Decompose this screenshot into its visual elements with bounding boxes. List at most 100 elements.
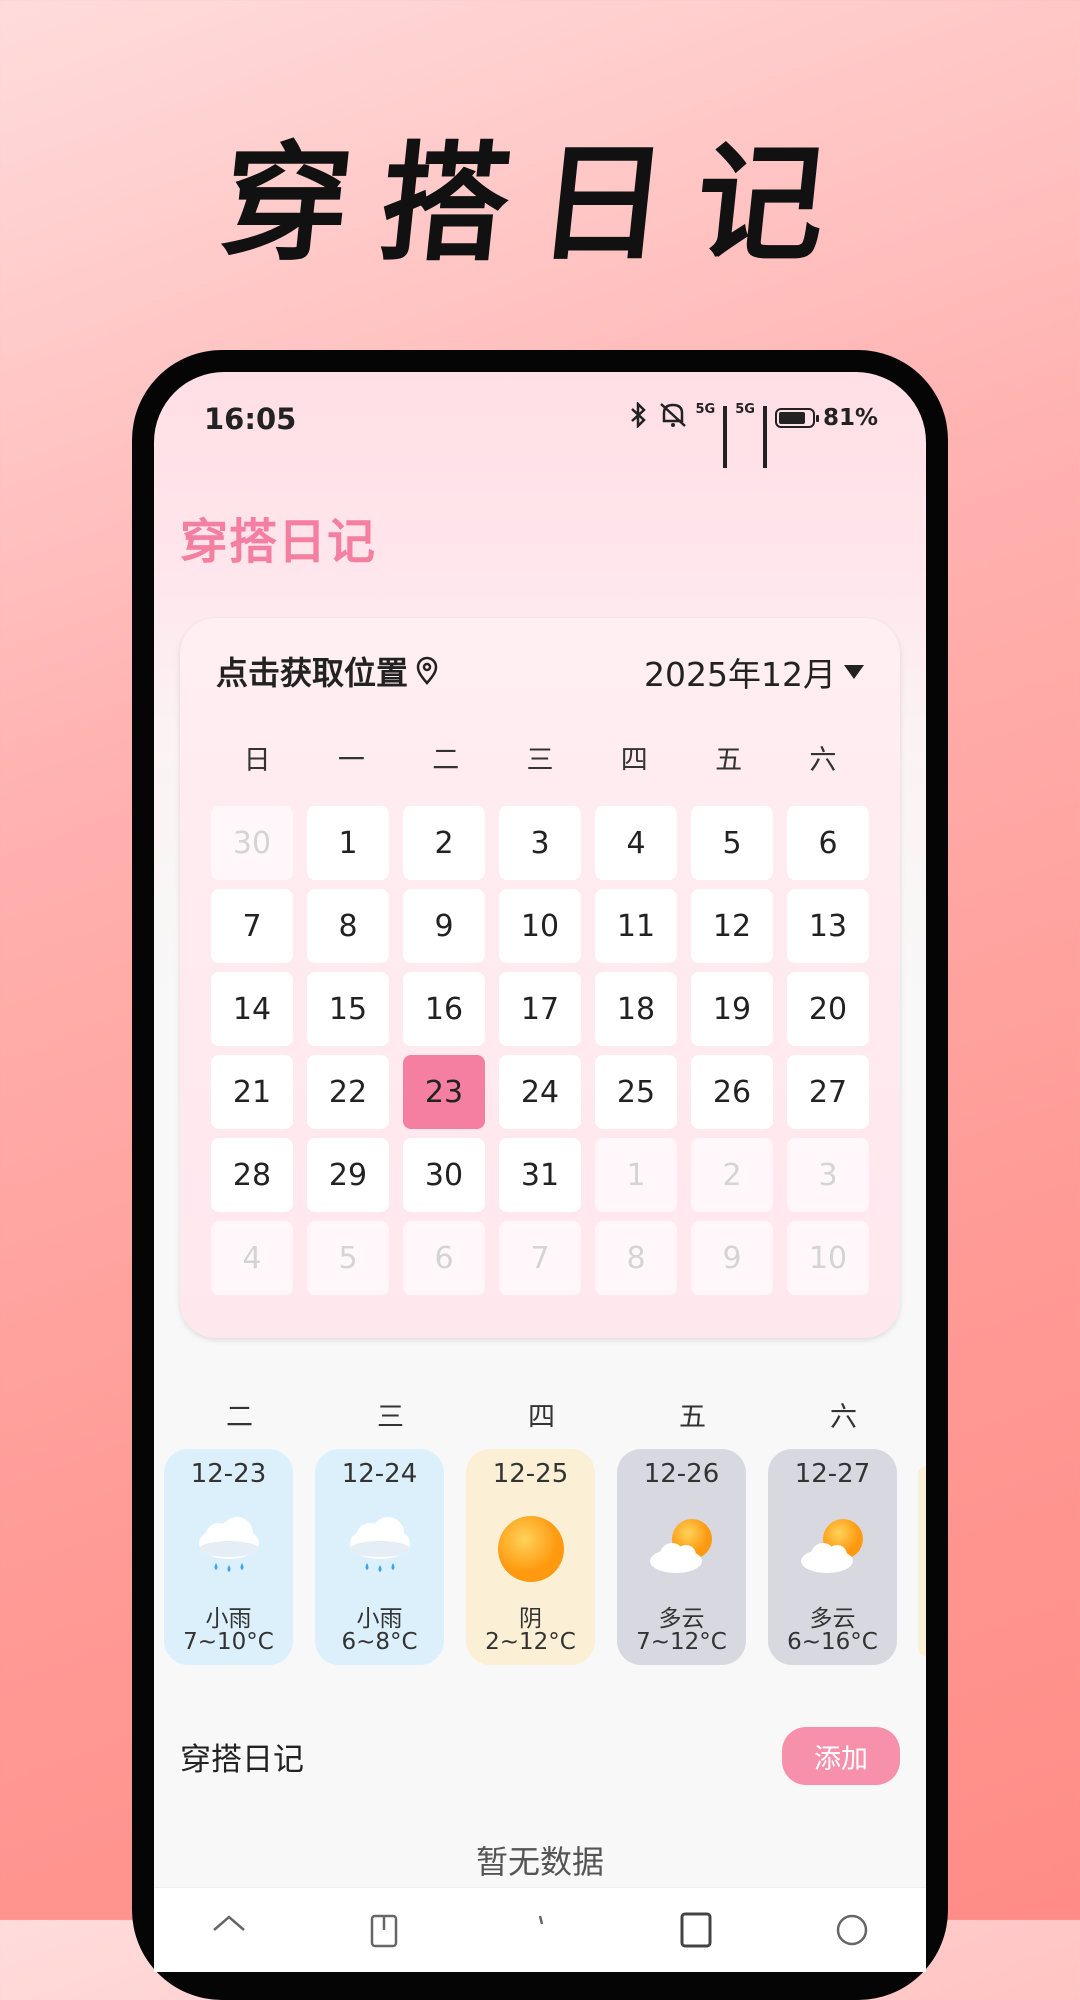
calendar-day[interactable]: 10 xyxy=(499,889,581,963)
calendar-day[interactable]: 5 xyxy=(307,1221,389,1295)
forecast-next-card-edge xyxy=(918,1466,926,1656)
calendar-day[interactable]: 1 xyxy=(307,806,389,880)
calendar-day[interactable]: 2 xyxy=(403,806,485,880)
calendar-day[interactable]: 13 xyxy=(787,889,869,963)
diary-tab-icon[interactable] xyxy=(676,1910,716,1950)
forecast-cards: 12-23 小雨 7~10°C 12-24 小雨 6~8°C 12-25 阴 2~12°C 12-… xyxy=(164,1449,897,1665)
forecast-date: 12-27 xyxy=(794,1459,871,1489)
calendar-day[interactable]: 21 xyxy=(211,1055,293,1129)
rain-cloud-icon xyxy=(189,1509,269,1589)
calendar-day[interactable]: 30 xyxy=(211,806,293,880)
empty-state-text: 暂无数据 xyxy=(475,1843,604,1881)
calendar-day[interactable]: 9 xyxy=(691,1221,773,1295)
calendar-day[interactable]: 28 xyxy=(211,1138,293,1212)
calendar-day[interactable]: 29 xyxy=(307,1138,389,1212)
calendar-day[interactable]: 20 xyxy=(787,972,869,1046)
diary-section-label: 穿搭日记 xyxy=(180,1742,304,1778)
calendar-day[interactable]: 7 xyxy=(499,1221,581,1295)
month-selector[interactable]: 2025年12月 xyxy=(644,648,864,696)
wardrobe-tab-icon[interactable] xyxy=(364,1910,404,1950)
status-icons: 5G 5G 81% xyxy=(628,400,878,468)
status-bar: 16:05 5G 5G 81% xyxy=(204,400,878,468)
caret-down-icon xyxy=(844,665,864,679)
promo-headline: 穿搭日记 xyxy=(214,129,863,279)
forecast-date: 12-25 xyxy=(492,1459,569,1489)
battery-level: 81% xyxy=(822,405,878,431)
forecast-card[interactable]: 12-25 阴 2~12°C xyxy=(466,1449,595,1665)
bluetooth-icon xyxy=(628,400,650,434)
forecast-card[interactable]: 12-23 小雨 7~10°C xyxy=(164,1449,293,1665)
bottom-tab-bar xyxy=(154,1887,926,1972)
calendar-day[interactable]: 26 xyxy=(691,1055,773,1129)
outfit-tab-icon[interactable] xyxy=(520,1910,560,1950)
sun-icon xyxy=(491,1509,571,1589)
weekday-label: 六 xyxy=(809,745,837,776)
forecast-temp: 6~16°C xyxy=(787,1629,878,1655)
forecast-card[interactable]: 12-27 多云 6~16°C xyxy=(768,1449,897,1665)
forecast-date: 12-24 xyxy=(341,1459,418,1489)
calendar-day[interactable]: 24 xyxy=(499,1055,581,1129)
calendar-day[interactable]: 19 xyxy=(691,972,773,1046)
forecast-weekday: 六 xyxy=(830,1402,857,1433)
forecast-card[interactable]: 12-26 多云 7~12°C xyxy=(617,1449,746,1665)
forecast-temp: 7~10°C xyxy=(183,1629,274,1655)
calendar-day[interactable]: 16 xyxy=(403,972,485,1046)
calendar-day[interactable]: 31 xyxy=(499,1138,581,1212)
weekday-label: 四 xyxy=(620,745,648,776)
forecast-weekday: 二 xyxy=(226,1402,253,1433)
calendar-day[interactable]: 3 xyxy=(787,1138,869,1212)
calendar-day[interactable]: 10 xyxy=(787,1221,869,1295)
signal-icon xyxy=(723,406,728,468)
network-type-2: 5G xyxy=(735,402,755,417)
partly-cloudy-icon xyxy=(793,1509,873,1589)
calendar-day[interactable]: 22 xyxy=(307,1055,389,1129)
forecast-desc: 阴 xyxy=(519,1606,542,1632)
network-type-1: 5G xyxy=(695,402,716,417)
calendar-day[interactable]: 7 xyxy=(211,889,293,963)
calendar-day[interactable]: 2 xyxy=(691,1138,773,1212)
calendar-day[interactable]: 8 xyxy=(595,1221,677,1295)
calendar-day[interactable]: 4 xyxy=(211,1221,293,1295)
profile-tab-icon[interactable] xyxy=(832,1910,872,1950)
calendar-day[interactable]: 5 xyxy=(691,806,773,880)
forecast-desc: 多云 xyxy=(658,1606,705,1632)
calendar-day[interactable]: 8 xyxy=(307,889,389,963)
calendar-day[interactable]: 18 xyxy=(595,972,677,1046)
calendar-grid: 30 1 2 3 4 5 6 7 8 9 10 11 12 13 14 15 16 17 18 19 20 21 22 23 2… xyxy=(210,806,870,1295)
forecast-temp: 6~8°C xyxy=(341,1629,418,1655)
forecast-desc: 多云 xyxy=(809,1606,856,1632)
calendar-day-selected[interactable]: 23 xyxy=(403,1055,485,1129)
add-button[interactable]: 添加 xyxy=(782,1727,900,1785)
status-time: 16:05 xyxy=(204,402,297,436)
forecast-temp: 7~12°C xyxy=(636,1629,727,1655)
calendar-day[interactable]: 27 xyxy=(787,1055,869,1129)
calendar-day[interactable]: 25 xyxy=(595,1055,677,1129)
calendar-day[interactable]: 1 xyxy=(595,1138,677,1212)
calendar-card: 点击获取位置 2025年12月 日一二三四五六 30 1 2 3 4 5 6 7 8 9 10 11 1… xyxy=(180,618,900,1338)
forecast-temp: 2~12°C xyxy=(485,1629,576,1655)
location-label: 点击获取位置 xyxy=(216,654,409,692)
calendar-day[interactable]: 11 xyxy=(595,889,677,963)
calendar-day[interactable]: 9 xyxy=(403,889,485,963)
calendar-day[interactable]: 14 xyxy=(211,972,293,1046)
calendar-day[interactable]: 3 xyxy=(499,806,581,880)
home-tab-icon[interactable] xyxy=(209,1910,249,1950)
location-pin-icon xyxy=(416,656,438,685)
month-label: 2025年12月 xyxy=(644,655,836,694)
calendar-day[interactable]: 17 xyxy=(499,972,581,1046)
location-button[interactable]: 点击获取位置 xyxy=(216,648,442,694)
weekday-label: 一 xyxy=(337,745,365,776)
forecast-weekdays: 二三四五六 xyxy=(164,1395,926,1434)
calendar-day[interactable]: 6 xyxy=(787,806,869,880)
weekday-label: 二 xyxy=(432,745,460,776)
forecast-card[interactable]: 12-24 小雨 6~8°C xyxy=(315,1449,444,1665)
calendar-day[interactable]: 6 xyxy=(403,1221,485,1295)
calendar-day[interactable]: 4 xyxy=(595,806,677,880)
mute-bell-icon xyxy=(658,402,688,434)
weekday-label: 日 xyxy=(243,745,271,776)
calendar-day[interactable]: 30 xyxy=(403,1138,485,1212)
forecast-weekday: 四 xyxy=(528,1402,555,1433)
calendar-day[interactable]: 15 xyxy=(307,972,389,1046)
calendar-day[interactable]: 12 xyxy=(691,889,773,963)
weekday-label: 五 xyxy=(715,745,743,776)
